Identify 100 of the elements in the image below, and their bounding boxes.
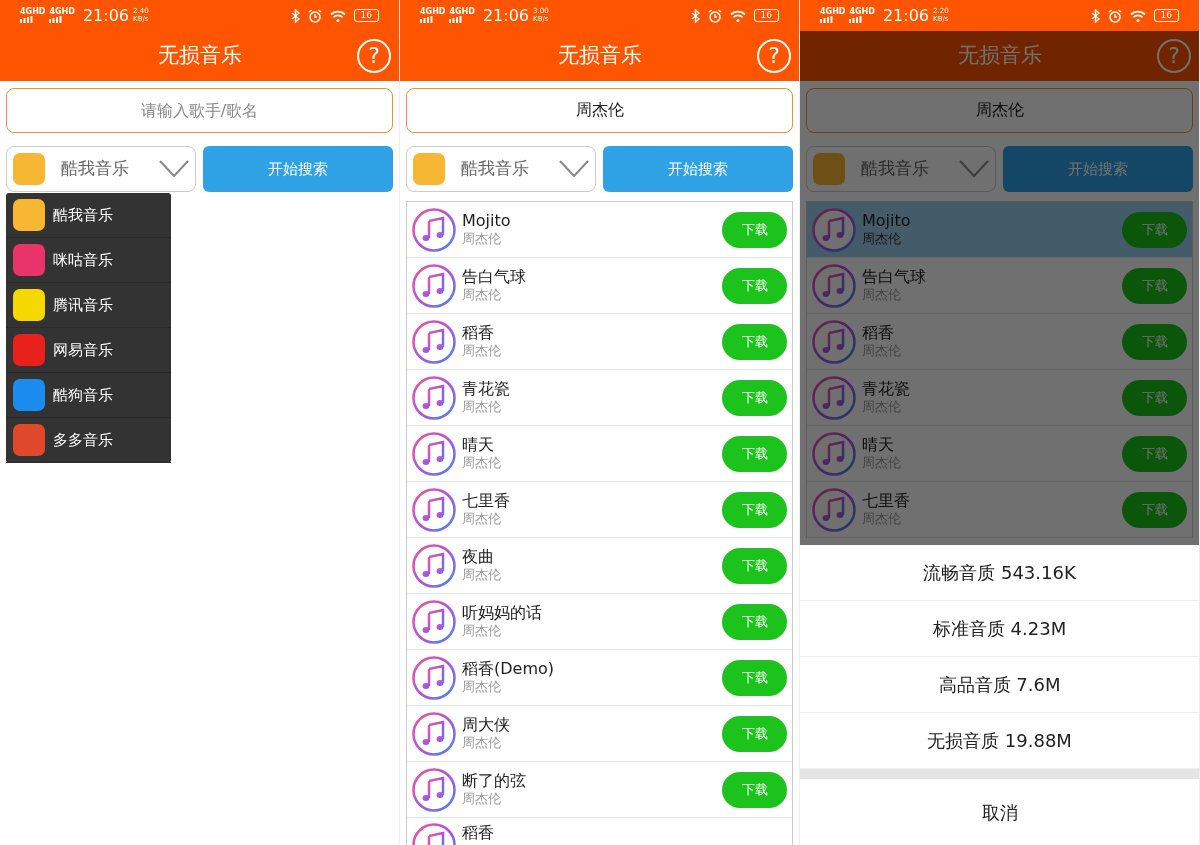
song-artist: 周杰伦 xyxy=(462,678,502,696)
song-title: 七里香 xyxy=(862,490,910,510)
signal-indicator: 4GHD xyxy=(820,8,846,23)
music-note-icon xyxy=(412,207,456,252)
song-artist: 周杰伦 xyxy=(462,734,502,752)
song-row[interactable]: 稻香(Demo) 周杰伦 下载 xyxy=(407,650,792,706)
music-note-icon xyxy=(412,263,456,308)
song-title: 稻香 xyxy=(462,322,495,342)
song-title: Mojito xyxy=(462,210,511,230)
status-time: 21:06 xyxy=(882,4,930,27)
app-icon xyxy=(813,153,845,185)
signal-icon xyxy=(849,16,863,23)
signal-icon xyxy=(449,16,463,23)
song-title: Mojito xyxy=(862,210,911,230)
download-button[interactable]: 下载 xyxy=(722,491,787,528)
app-icon xyxy=(413,153,445,185)
download-button[interactable]: 下载 xyxy=(722,547,787,584)
song-row[interactable]: 稻香 周杰伦 下载 xyxy=(407,314,792,370)
alarm-clock-icon xyxy=(307,8,322,23)
download-button[interactable]: 下载 xyxy=(722,715,787,752)
song-title: 稻香 xyxy=(462,823,494,843)
signal-indicator: 4GHD xyxy=(420,8,446,23)
search-field[interactable]: 周杰伦 xyxy=(806,88,1193,133)
song-row[interactable]: 听妈妈的话 周杰伦 下载 xyxy=(407,594,792,650)
menu-item[interactable]: 网易音乐 xyxy=(6,328,171,373)
song-artist: 周杰伦 xyxy=(462,454,501,472)
search-field[interactable]: 周杰伦 xyxy=(406,88,793,133)
song-row[interactable]: 晴天 周杰伦 下载 xyxy=(407,426,792,482)
download-button[interactable]: 下载 xyxy=(722,659,787,696)
song-artist: 周杰伦 xyxy=(462,622,502,640)
help-button[interactable]: ? xyxy=(357,39,391,73)
menu-item[interactable]: 腾讯音乐 xyxy=(6,283,171,328)
search-field[interactable]: 请输入歌手/歌名 xyxy=(6,88,393,133)
app-icon xyxy=(13,153,45,185)
song-row[interactable]: 周大侠 周杰伦 下载 xyxy=(407,706,792,762)
song-artist: 周杰伦 xyxy=(462,286,502,304)
bluetooth-icon xyxy=(1090,8,1100,23)
download-button[interactable]: 下载 xyxy=(722,603,787,640)
music-note-icon xyxy=(412,319,456,364)
source-dropdown[interactable]: 酷我音乐 xyxy=(406,146,596,192)
menu-item[interactable]: 酷狗音乐 xyxy=(6,373,171,418)
song-row[interactable]: 七里香 周杰伦 下载 xyxy=(407,482,792,538)
song-title: 晴天 xyxy=(862,434,895,454)
music-note-icon xyxy=(412,375,456,420)
song-title: 周大侠 xyxy=(462,714,510,734)
song-row[interactable]: Mojito 周杰伦 下载 xyxy=(807,202,1192,258)
signal-indicator: 4GHD xyxy=(849,8,875,23)
song-row[interactable]: 告白气球 周杰伦 下载 xyxy=(407,258,792,314)
signal-icon xyxy=(20,16,33,23)
music-note-icon xyxy=(412,487,456,532)
music-note-icon xyxy=(412,655,456,700)
music-note-icon xyxy=(812,319,856,364)
song-title: 稻香(Demo) xyxy=(462,658,555,678)
music-note-icon xyxy=(812,431,856,476)
download-button[interactable]: 下载 xyxy=(722,267,787,304)
music-note-icon xyxy=(412,431,456,476)
bluetooth-icon xyxy=(690,8,700,23)
song-row[interactable]: Mojito 周杰伦 下载 xyxy=(407,202,792,258)
source-dropdown[interactable]: 酷我音乐 xyxy=(6,146,196,192)
download-button[interactable]: 下载 xyxy=(722,323,787,360)
search-button[interactable]: 开始搜索 xyxy=(603,146,793,192)
battery-indicator: 16 xyxy=(753,9,779,22)
search-button[interactable]: 开始搜索 xyxy=(1003,146,1193,192)
alarm-clock-icon xyxy=(1107,8,1122,23)
music-note-icon xyxy=(812,207,856,252)
download-button[interactable]: 下载 xyxy=(722,435,787,472)
song-row[interactable]: 青花瓷 周杰伦 下载 xyxy=(407,370,792,426)
song-row[interactable]: 断了的弦 周杰伦 下载 xyxy=(407,762,792,818)
song-artist: 周杰伦 xyxy=(862,230,902,248)
song-row[interactable]: 稻香 xyxy=(407,818,792,845)
wifi-icon xyxy=(1129,9,1146,22)
menu-item[interactable]: 多多音乐 xyxy=(6,418,171,463)
help-button[interactable]: ? xyxy=(757,39,791,73)
wifi-icon xyxy=(729,9,746,22)
help-button[interactable]: ? xyxy=(1157,39,1191,73)
music-note-icon xyxy=(812,487,856,532)
song-artist: 周杰伦 xyxy=(462,398,502,416)
source-dropdown[interactable]: 酷我音乐 xyxy=(806,146,996,192)
status-time: 21:06 xyxy=(82,4,130,27)
song-title: 青花瓷 xyxy=(462,378,510,398)
chevron-down-icon xyxy=(959,160,989,178)
app-title: 无损音乐 xyxy=(957,42,1042,70)
signal-indicator: 4GHD xyxy=(449,8,475,23)
menu-item[interactable]: 咪咕音乐 xyxy=(6,238,171,283)
signal-icon xyxy=(49,16,63,23)
battery-indicator: 16 xyxy=(1153,9,1179,22)
battery-indicator: 16 xyxy=(353,9,379,22)
download-button[interactable]: 下载 xyxy=(722,211,787,248)
search-button[interactable]: 开始搜索 xyxy=(203,146,393,192)
song-title: 告白气球 xyxy=(862,266,926,286)
song-title: 青花瓷 xyxy=(862,378,910,398)
song-row[interactable]: 夜曲 周杰伦 下载 xyxy=(407,538,792,594)
music-note-icon xyxy=(412,711,456,756)
chevron-down-icon xyxy=(159,160,189,178)
song-artist: 周杰伦 xyxy=(462,510,502,528)
music-note-icon xyxy=(412,543,456,588)
download-button[interactable]: 下载 xyxy=(722,379,787,416)
music-note-icon xyxy=(812,263,856,308)
download-button[interactable]: 下载 xyxy=(722,771,787,808)
menu-item[interactable]: 酷我音乐 xyxy=(6,193,171,238)
